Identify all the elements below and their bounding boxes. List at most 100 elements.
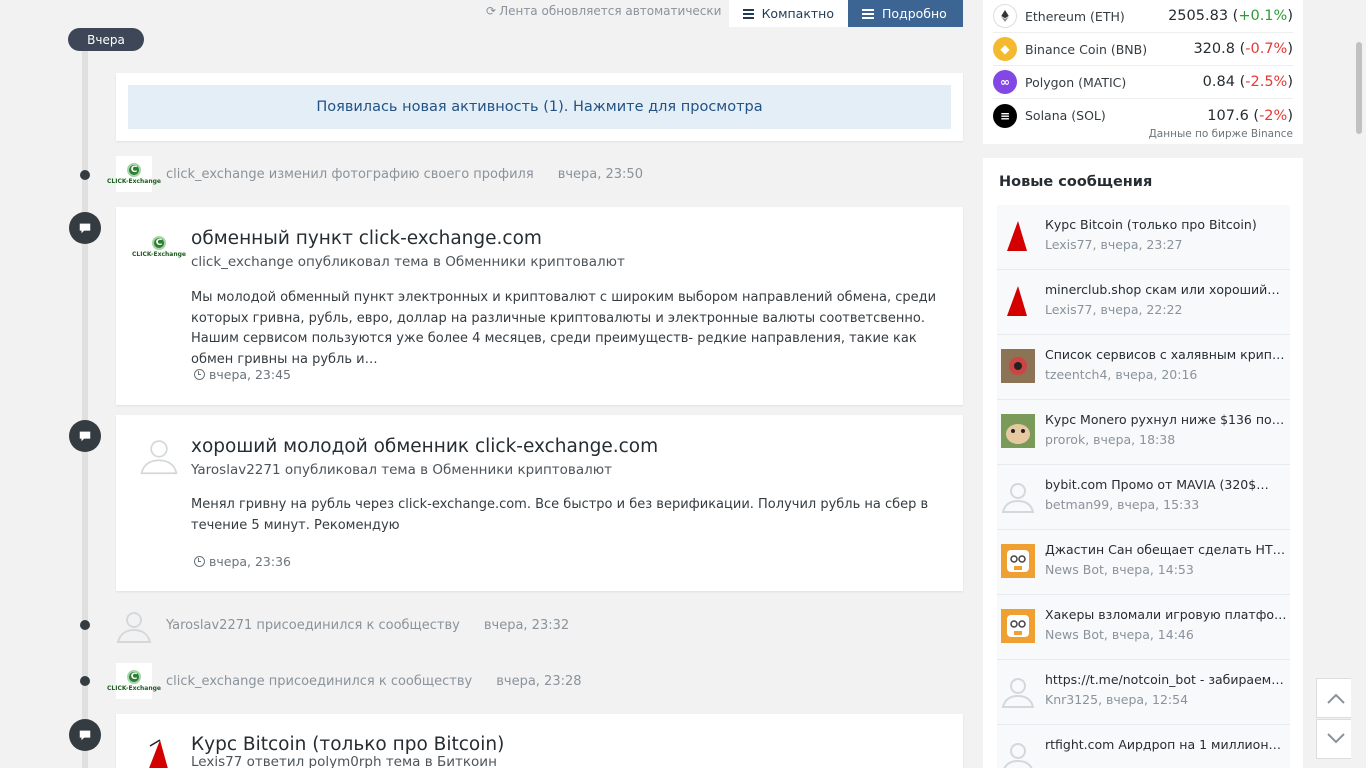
post-card: хороший молодой обменник click-exchange.…: [116, 415, 963, 591]
post-title[interactable]: обменный пункт click-exchange.com: [191, 228, 542, 249]
timeline-dot: [80, 170, 90, 180]
activity-text: click_exchange присоединился к сообществ…: [166, 673, 473, 689]
list-item[interactable]: Хакеры взломали игровую платфор… News Bo…: [997, 595, 1290, 660]
new-activity-card: Появилась новая активность (1). Нажмите …: [116, 73, 963, 141]
wizard-hat-icon[interactable]: [136, 734, 182, 768]
message-meta: Lexis77, вчера, 22:22: [1045, 302, 1183, 317]
avatar[interactable]: C CLICK-Exchange: [132, 227, 186, 267]
bnb-icon: ◆: [993, 37, 1017, 61]
detailed-view-label: Подробно: [882, 6, 947, 21]
post-title[interactable]: Курс Bitcoin (только про Bitcoin): [191, 734, 504, 755]
timeline-dot: [80, 620, 90, 630]
post-meta: Yaroslav2271 опубликовал тема в Обменник…: [191, 462, 613, 478]
auto-refresh-notice: ⟳ Лента обновляется автоматически: [486, 4, 721, 18]
new-messages-list: Курс Bitcoin (только про Bitcoin) Lexis7…: [997, 205, 1290, 768]
message-title[interactable]: Хакеры взломали игровую платфор…: [1045, 607, 1290, 622]
crypto-name: Polygon (MATIC): [1025, 74, 1127, 90]
default-avatar[interactable]: [1001, 674, 1035, 708]
post-excerpt: Мы молодой обменный пункт электронных и …: [191, 290, 937, 367]
ethereum-icon: [993, 4, 1017, 28]
default-avatar[interactable]: [1001, 739, 1035, 768]
avatar[interactable]: [136, 435, 182, 475]
activity-time: вчера, 23:28: [496, 673, 582, 689]
scrollbar-thumb[interactable]: [1356, 42, 1362, 134]
crypto-row[interactable]: ∞ Polygon (MATIC) 0.84 (-2.5%): [993, 66, 1293, 99]
message-meta: Knr3125, вчера, 12:54: [1045, 692, 1189, 707]
data-source-note: Данные по бирже Binance: [1148, 128, 1293, 140]
post-time: вчера, 23:45: [194, 367, 291, 382]
list-item[interactable]: minerclub.shop скам или хороший… Lexis77…: [997, 270, 1290, 335]
message-title[interactable]: bybit.com Промо от MAVIA (320$…: [1045, 477, 1290, 492]
message-title[interactable]: https://t.me/notcoin_bot - забираем…: [1045, 672, 1290, 687]
post-time-label: вчера, 23:36: [209, 554, 292, 569]
bot-avatar[interactable]: [1001, 609, 1035, 643]
post-meta: click_exchange опубликовал тема в Обменн…: [191, 254, 625, 270]
wizard-hat-icon[interactable]: [1001, 284, 1035, 318]
post-card: Курс Bitcoin (только про Bitcoin) Lexis7…: [116, 714, 963, 768]
avatar[interactable]: [116, 607, 152, 643]
scroll-top-button[interactable]: [1316, 678, 1356, 718]
new-messages-widget: Новые сообщения Курс Bitcoin (только про…: [983, 158, 1303, 768]
logo-icon: C: [127, 163, 141, 177]
message-title[interactable]: Курс Monero рухнул ниже $136 посл…: [1045, 412, 1290, 427]
logo-icon: C: [127, 670, 141, 684]
message-meta: tzeentch4, вчера, 20:16: [1045, 367, 1198, 382]
crypto-row[interactable]: ◆ Binance Coin (BNB) 320.8 (-0.7%): [993, 33, 1293, 66]
activity-time: вчера, 23:32: [483, 617, 570, 633]
crypto-price: 0.84 (-2.5%): [1202, 74, 1293, 90]
list-item[interactable]: Джастин Сан обещает сделать НТ… News Bot…: [997, 530, 1290, 595]
message-title[interactable]: Курс Bitcoin (только про Bitcoin): [1045, 217, 1290, 232]
bot-avatar[interactable]: [1001, 544, 1035, 578]
compact-view-button[interactable]: Компактно: [729, 0, 848, 27]
refresh-icon: ⟳: [486, 4, 497, 18]
scroll-bottom-button[interactable]: [1316, 719, 1356, 759]
message-meta: Lexis77, вчера, 23:27: [1045, 237, 1183, 252]
default-avatar[interactable]: [1001, 479, 1035, 513]
crypto-price: 107.6 (-2%): [1207, 107, 1293, 124]
hamster-avatar[interactable]: [1001, 414, 1035, 448]
post-time-label: вчера, 23:45: [209, 367, 292, 382]
timeline-dot: [80, 676, 90, 686]
logo-text: CLICK-Exchange: [107, 178, 161, 185]
crypto-row[interactable]: Ethereum (ETH) 2505.83 (+0.1%): [993, 0, 1293, 33]
message-title[interactable]: Список сервисов с халявным крипт…: [1045, 347, 1290, 362]
crypto-prices-widget: Ethereum (ETH) 2505.83 (+0.1%) ◆ Binance…: [983, 0, 1303, 144]
list-item[interactable]: Список сервисов с халявным крипт… tzeent…: [997, 335, 1290, 400]
list-item[interactable]: rtfight.com Аирдроп на 1 миллион…: [997, 725, 1290, 768]
auto-refresh-label: Лента обновляется автоматически: [499, 4, 722, 18]
message-title[interactable]: minerclub.shop скам или хороший…: [1045, 282, 1290, 297]
activity-user[interactable]: click_exchange: [166, 167, 265, 182]
clock-icon: [194, 556, 205, 567]
polygon-icon: ∞: [993, 70, 1017, 94]
message-meta: prorok, вчера, 18:38: [1045, 432, 1176, 447]
message-title[interactable]: Джастин Сан обещает сделать НТ…: [1045, 542, 1290, 557]
widget-title: Новые сообщения: [999, 174, 1153, 190]
logo-text: CLICK-Exchange: [132, 251, 186, 258]
avatar[interactable]: C CLICK-Exchange: [107, 156, 161, 192]
post-excerpt: Менял гривну на рубль через click-exchan…: [191, 497, 929, 533]
post-meta: Lexis77 ответил polym0rph тема в Биткоин: [191, 754, 497, 768]
crypto-price: 2505.83 (+0.1%): [1168, 8, 1293, 24]
list-item[interactable]: https://t.me/notcoin_bot - забираем… Knr…: [997, 660, 1290, 725]
post-title[interactable]: хороший молодой обменник click-exchange.…: [191, 436, 658, 457]
photo-avatar[interactable]: [1001, 349, 1035, 383]
wizard-hat-icon[interactable]: [1001, 219, 1035, 253]
crypto-name: Binance Coin (BNB): [1025, 41, 1148, 57]
message-meta: betman99, вчера, 15:33: [1045, 497, 1200, 512]
message-meta: News Bot, вчера, 14:46: [1045, 627, 1194, 642]
list-item[interactable]: bybit.com Промо от MAVIA (320$… betman99…: [997, 465, 1290, 530]
list-item[interactable]: Курс Bitcoin (только про Bitcoin) Lexis7…: [997, 205, 1290, 270]
message-title[interactable]: rtfight.com Аирдроп на 1 миллион…: [1045, 737, 1290, 752]
crypto-name: Ethereum (ETH): [1025, 8, 1125, 24]
avatar[interactable]: C CLICK-Exchange: [107, 663, 161, 699]
compact-view-label: Компактно: [761, 6, 834, 21]
activity-row: C CLICK-Exchange click_exchange присоедин…: [107, 663, 582, 699]
activity-row: Yaroslav2271 присоединился к сообществу …: [116, 607, 569, 643]
detailed-view-button[interactable]: Подробно: [848, 0, 963, 27]
page-scrollbar[interactable]: [1351, 0, 1366, 768]
new-activity-button[interactable]: Появилась новая активность (1). Нажмите …: [128, 85, 951, 129]
list-item[interactable]: Курс Monero рухнул ниже $136 посл… proro…: [997, 400, 1290, 465]
comment-icon: [69, 719, 101, 751]
post-card: C CLICK-Exchange обменный пункт click-exc…: [116, 207, 963, 405]
comment-icon: [69, 212, 101, 244]
